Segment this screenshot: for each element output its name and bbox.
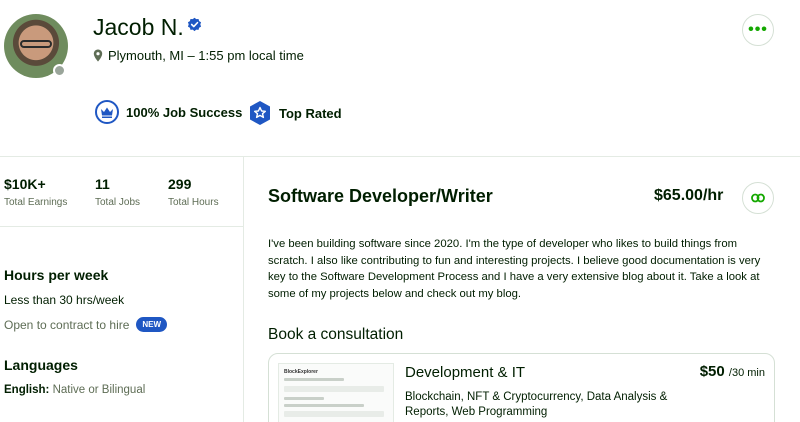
location-text: Plymouth, MI – 1:55 pm local time <box>108 48 304 63</box>
stat-value: 299 <box>168 176 192 192</box>
stat-value: $10K+ <box>4 176 46 192</box>
consultation-price-value: $50 <box>699 363 725 380</box>
consultation-price: $50 /30 min <box>700 363 765 380</box>
verified-icon <box>187 17 201 32</box>
stat-value: 11 <box>95 176 110 192</box>
location-pin-icon <box>93 49 103 62</box>
language-entry: English: Native or Bilingual <box>4 384 145 396</box>
star-badge-icon <box>250 101 270 125</box>
profile-title: Software Developer/Writer <box>268 186 493 206</box>
avatar-glasses <box>20 40 52 48</box>
consultation-card[interactable]: BlockExplorer Development & IT $50 /30 m… <box>268 353 775 422</box>
new-badge: NEW <box>136 317 168 332</box>
profile-name-text: Jacob N. <box>93 14 184 40</box>
job-success-label: 100% Job Success <box>126 104 243 120</box>
column-divider <box>243 156 244 422</box>
thumbnail-line <box>284 404 364 407</box>
thumbnail-line <box>284 411 384 417</box>
consultation-price-unit: /30 min <box>728 367 765 379</box>
thumbnail-line <box>284 386 384 392</box>
language-level: Native or Bilingual <box>52 384 146 396</box>
language-name: English: <box>4 384 50 396</box>
stat-label: Total Earnings <box>4 197 68 208</box>
divider <box>0 156 800 157</box>
profile-overview: I've been building software since 2020. … <box>268 238 761 300</box>
consultation-skills: Blockchain, NFT & Cryptocurrency, Data A… <box>405 391 668 418</box>
link-icon <box>751 193 765 203</box>
job-success-badge: 100% Job Success <box>95 100 242 124</box>
copy-link-button[interactable] <box>742 182 774 214</box>
thumbnail-line <box>284 397 324 400</box>
thumbnail-line <box>284 378 344 381</box>
hours-per-week-value: Less than 30 hrs/week <box>4 293 125 307</box>
stat-total-jobs: 11 Total Jobs <box>95 176 140 208</box>
contract-to-hire-label: Open to contract to hire <box>4 317 130 332</box>
top-rated-label: Top Rated <box>279 105 342 121</box>
stat-total-hours: 299 Total Hours <box>168 176 219 208</box>
thumbnail-title: BlockExplorer <box>284 369 318 375</box>
consultation-category: Development & IT <box>405 364 526 381</box>
consultation-title: Book a consultation <box>268 326 404 343</box>
more-options-button[interactable]: ••• <box>742 14 774 46</box>
stat-label: Total Hours <box>168 197 219 208</box>
online-status-dot <box>53 64 66 77</box>
profile-name: Jacob N. <box>93 14 202 41</box>
more-icon: ••• <box>748 21 768 38</box>
top-rated-badge: Top Rated <box>248 100 342 126</box>
stat-total-earnings: $10K+ Total Earnings <box>4 176 67 208</box>
sidebar-divider <box>0 226 243 227</box>
hourly-rate: $65.00/hr <box>654 187 724 204</box>
contract-to-hire: Open to contract to hire NEW <box>4 317 168 332</box>
consultation-thumbnail: BlockExplorer <box>278 363 394 422</box>
stat-label: Total Jobs <box>95 197 141 208</box>
hours-per-week-title: Hours per week <box>4 267 109 283</box>
profile-location: Plymouth, MI – 1:55 pm local time <box>93 48 304 63</box>
languages-title: Languages <box>4 357 78 373</box>
crown-icon <box>95 100 119 124</box>
